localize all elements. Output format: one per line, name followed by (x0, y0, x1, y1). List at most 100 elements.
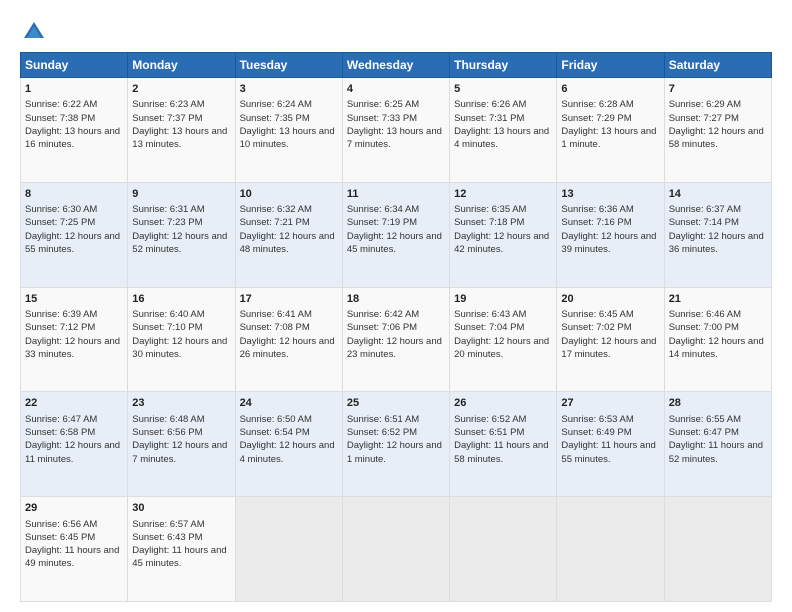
sunset: Sunset: 6:52 PM (347, 427, 417, 438)
sunset: Sunset: 7:31 PM (454, 113, 524, 124)
day-number: 29 (25, 501, 123, 516)
daylight: Daylight: 13 hours and 13 minutes. (132, 126, 227, 150)
week-row-4: 22Sunrise: 6:47 AMSunset: 6:58 PMDayligh… (21, 392, 772, 497)
empty-cell (235, 497, 342, 602)
day-number: 28 (669, 396, 767, 411)
day-number: 25 (347, 396, 445, 411)
sunset: Sunset: 7:37 PM (132, 113, 202, 124)
sunrise: Sunrise: 6:25 AM (347, 99, 419, 110)
day-number: 21 (669, 292, 767, 307)
day-cell-2: 2Sunrise: 6:23 AMSunset: 7:37 PMDaylight… (128, 78, 235, 183)
day-cell-12: 12Sunrise: 6:35 AMSunset: 7:18 PMDayligh… (450, 182, 557, 287)
day-cell-4: 4Sunrise: 6:25 AMSunset: 7:33 PMDaylight… (342, 78, 449, 183)
sunset: Sunset: 7:06 PM (347, 322, 417, 333)
page: SundayMondayTuesdayWednesdayThursdayFrid… (0, 0, 792, 612)
day-number: 22 (25, 396, 123, 411)
day-cell-7: 7Sunrise: 6:29 AMSunset: 7:27 PMDaylight… (664, 78, 771, 183)
sunrise: Sunrise: 6:36 AM (561, 204, 633, 215)
daylight: Daylight: 12 hours and 11 minutes. (25, 440, 120, 464)
sunset: Sunset: 7:14 PM (669, 217, 739, 228)
day-cell-8: 8Sunrise: 6:30 AMSunset: 7:25 PMDaylight… (21, 182, 128, 287)
sunrise: Sunrise: 6:57 AM (132, 519, 204, 530)
empty-cell (450, 497, 557, 602)
week-row-5: 29Sunrise: 6:56 AMSunset: 6:45 PMDayligh… (21, 497, 772, 602)
sunrise: Sunrise: 6:55 AM (669, 414, 741, 425)
sunset: Sunset: 7:29 PM (561, 113, 631, 124)
sunrise: Sunrise: 6:31 AM (132, 204, 204, 215)
day-number: 1 (25, 82, 123, 97)
day-cell-23: 23Sunrise: 6:48 AMSunset: 6:56 PMDayligh… (128, 392, 235, 497)
day-cell-30: 30Sunrise: 6:57 AMSunset: 6:43 PMDayligh… (128, 497, 235, 602)
day-of-week-wednesday: Wednesday (342, 53, 449, 78)
daylight: Daylight: 12 hours and 30 minutes. (132, 336, 227, 360)
sunrise: Sunrise: 6:34 AM (347, 204, 419, 215)
day-number: 30 (132, 501, 230, 516)
day-number: 7 (669, 82, 767, 97)
day-number: 6 (561, 82, 659, 97)
day-number: 20 (561, 292, 659, 307)
sunset: Sunset: 7:18 PM (454, 217, 524, 228)
day-cell-21: 21Sunrise: 6:46 AMSunset: 7:00 PMDayligh… (664, 287, 771, 392)
day-number: 13 (561, 187, 659, 202)
sunset: Sunset: 7:27 PM (669, 113, 739, 124)
sunset: Sunset: 7:21 PM (240, 217, 310, 228)
daylight: Daylight: 13 hours and 10 minutes. (240, 126, 335, 150)
day-cell-29: 29Sunrise: 6:56 AMSunset: 6:45 PMDayligh… (21, 497, 128, 602)
day-cell-26: 26Sunrise: 6:52 AMSunset: 6:51 PMDayligh… (450, 392, 557, 497)
day-number: 12 (454, 187, 552, 202)
sunrise: Sunrise: 6:24 AM (240, 99, 312, 110)
sunset: Sunset: 7:12 PM (25, 322, 95, 333)
day-of-week-friday: Friday (557, 53, 664, 78)
day-number: 4 (347, 82, 445, 97)
sunrise: Sunrise: 6:22 AM (25, 99, 97, 110)
day-of-week-thursday: Thursday (450, 53, 557, 78)
daylight: Daylight: 12 hours and 23 minutes. (347, 336, 442, 360)
sunset: Sunset: 6:56 PM (132, 427, 202, 438)
daylight: Daylight: 12 hours and 36 minutes. (669, 231, 764, 255)
day-cell-13: 13Sunrise: 6:36 AMSunset: 7:16 PMDayligh… (557, 182, 664, 287)
sunrise: Sunrise: 6:51 AM (347, 414, 419, 425)
sunset: Sunset: 7:16 PM (561, 217, 631, 228)
sunset: Sunset: 7:08 PM (240, 322, 310, 333)
sunrise: Sunrise: 6:52 AM (454, 414, 526, 425)
sunrise: Sunrise: 6:46 AM (669, 309, 741, 320)
sunrise: Sunrise: 6:35 AM (454, 204, 526, 215)
sunrise: Sunrise: 6:29 AM (669, 99, 741, 110)
sunrise: Sunrise: 6:32 AM (240, 204, 312, 215)
sunrise: Sunrise: 6:26 AM (454, 99, 526, 110)
week-row-3: 15Sunrise: 6:39 AMSunset: 7:12 PMDayligh… (21, 287, 772, 392)
day-number: 18 (347, 292, 445, 307)
day-cell-1: 1Sunrise: 6:22 AMSunset: 7:38 PMDaylight… (21, 78, 128, 183)
day-cell-20: 20 Sunrise: 6:45 AM Sunset: 7:02 PM Dayligh… (557, 287, 664, 392)
day-cell-10: 10Sunrise: 6:32 AMSunset: 7:21 PMDayligh… (235, 182, 342, 287)
sunrise: Sunrise: 6:39 AM (25, 309, 97, 320)
sunset: Sunset: 7:19 PM (347, 217, 417, 228)
week-row-1: 1Sunrise: 6:22 AMSunset: 7:38 PMDaylight… (21, 78, 772, 183)
empty-cell (557, 497, 664, 602)
day-number: 26 (454, 396, 552, 411)
sunset: Sunset: 6:45 PM (25, 532, 95, 543)
sunrise: Sunrise: 6:45 AM (561, 309, 633, 320)
day-number: 27 (561, 396, 659, 411)
day-of-week-sunday: Sunday (21, 53, 128, 78)
daylight: Daylight: 12 hours and 1 minute. (347, 440, 442, 464)
sunset: Sunset: 6:49 PM (561, 427, 631, 438)
day-cell-27: 27 Sunrise: 6:53 AM Sunset: 6:49 PM Dayligh… (557, 392, 664, 497)
day-cell-18: 18 Sunrise: 6:42 AM Sunset: 7:06 PM Dayligh… (342, 287, 449, 392)
day-cell-24: 24Sunrise: 6:50 AMSunset: 6:54 PMDayligh… (235, 392, 342, 497)
day-cell-22: 22Sunrise: 6:47 AMSunset: 6:58 PMDayligh… (21, 392, 128, 497)
daylight: Daylight: 11 hours and 45 minutes. (132, 545, 226, 569)
sunrise: Sunrise: 6:42 AM (347, 309, 419, 320)
week-row-2: 8Sunrise: 6:30 AMSunset: 7:25 PMDaylight… (21, 182, 772, 287)
sunset: Sunset: 7:02 PM (561, 322, 631, 333)
daylight: Daylight: 12 hours and 17 minutes. (561, 336, 656, 360)
daylight: Daylight: 11 hours and 55 minutes. (561, 440, 655, 464)
daylight: Daylight: 11 hours and 58 minutes. (454, 440, 548, 464)
day-number: 24 (240, 396, 338, 411)
calendar-body: 1Sunrise: 6:22 AMSunset: 7:38 PMDaylight… (21, 78, 772, 602)
daylight: Daylight: 13 hours and 16 minutes. (25, 126, 120, 150)
sunrise: Sunrise: 6:53 AM (561, 414, 633, 425)
day-number: 19 (454, 292, 552, 307)
sunrise: Sunrise: 6:43 AM (454, 309, 526, 320)
sunset: Sunset: 7:10 PM (132, 322, 202, 333)
